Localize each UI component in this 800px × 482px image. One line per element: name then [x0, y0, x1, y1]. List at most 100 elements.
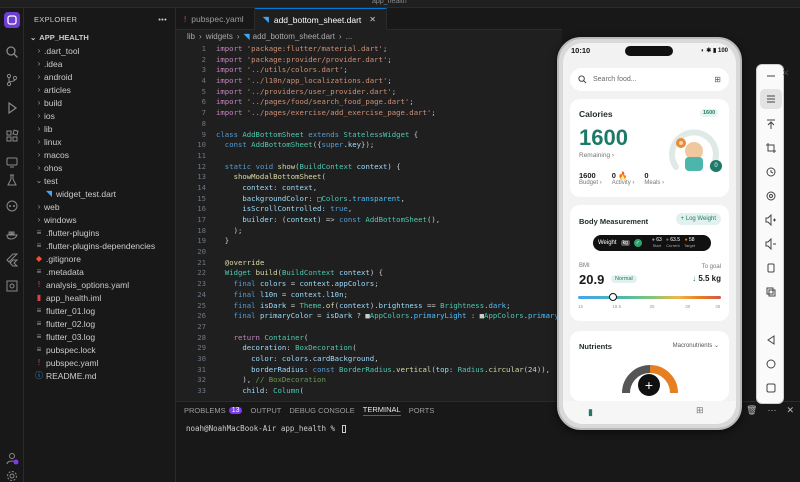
menu-icon[interactable] — [763, 92, 779, 106]
account-icon[interactable] — [4, 450, 20, 466]
volume-down-icon[interactable] — [763, 237, 779, 251]
tree-file[interactable]: ≡ .flutter-plugins-dependencies — [24, 239, 175, 252]
overview-icon[interactable] — [763, 381, 779, 395]
chevron-right-icon: › — [37, 163, 41, 172]
tree-folder[interactable]: › web — [24, 200, 175, 213]
settings-gear-icon[interactable] — [4, 468, 20, 482]
panel-tab-ports[interactable]: PORTS — [409, 406, 435, 415]
tree-file[interactable]: ≡ .metadata — [24, 265, 175, 278]
tree-file[interactable]: ⓘ README.md — [24, 369, 175, 382]
breadcrumb-item[interactable]: add_bottom_sheet.dart — [253, 32, 335, 41]
tree-file[interactable]: ! pubspec.yaml — [24, 356, 175, 369]
home-icon[interactable] — [763, 357, 779, 371]
tree-file[interactable]: ▮ app_health.iml — [24, 291, 175, 304]
back-icon[interactable] — [763, 333, 779, 347]
tab-pubspec-yaml[interactable]: ! pubspec.yaml — [176, 8, 255, 30]
stats-icon[interactable]: ▮ — [588, 407, 593, 418]
flutter-icon[interactable] — [4, 252, 20, 268]
explorer-root[interactable]: ⌄ APP_HEALTH — [24, 30, 175, 44]
line-number: 31 — [197, 364, 206, 374]
app-logo-icon[interactable] — [4, 12, 20, 28]
more-actions-icon[interactable]: ••• — [158, 15, 167, 24]
copilot-icon[interactable] — [4, 198, 20, 214]
extensions-icon[interactable] — [4, 128, 20, 144]
tree-file[interactable]: ≡ flutter_01.log — [24, 304, 175, 317]
tree-file[interactable]: ≡ flutter_03.log — [24, 330, 175, 343]
testing-icon[interactable] — [4, 172, 20, 188]
tree-folder[interactable]: › lib — [24, 122, 175, 135]
tree-file[interactable]: ◆ .gitignore — [24, 252, 175, 265]
log-weight-button[interactable]: + Log Weight — [675, 213, 721, 225]
run-debug-icon[interactable] — [4, 100, 20, 116]
tree-file[interactable]: ! analysis_options.yaml — [24, 278, 175, 291]
code-text: builder: (context) => const AddBottomShe… — [242, 215, 441, 224]
breadcrumb-item[interactable]: lib — [187, 32, 195, 41]
weight-entry: ● 58 Target — [684, 237, 696, 249]
search-placeholder: Search food... — [593, 76, 637, 83]
budget-stat: 1600 Budget › — [579, 171, 602, 186]
upload-icon[interactable] — [763, 117, 779, 131]
location-icon[interactable] — [763, 189, 779, 203]
remote-explorer-icon[interactable] — [4, 154, 20, 170]
tab-add-bottom-sheet-dart[interactable]: ◥ add_bottom_sheet.dart ✕ — [254, 8, 387, 30]
more-actions-icon[interactable]: ··· — [767, 405, 776, 416]
scan-icon[interactable]: ⊞ — [714, 75, 721, 84]
tree-folder[interactable]: › build — [24, 96, 175, 109]
minimize-icon[interactable] — [763, 69, 779, 83]
code-editor[interactable]: 1 import 'package:flutter/material.dart';… — [176, 43, 562, 401]
code-text: context: context, — [242, 182, 318, 192]
tree-file[interactable]: ≡ pubspec.lock — [24, 343, 175, 356]
docker-icon[interactable] — [4, 226, 20, 242]
phone-screen[interactable]: 10:10 ◐ ✱ ▮ 100 Search food... ⊞ Calorie… — [563, 43, 736, 424]
device-preview-icon[interactable] — [4, 278, 20, 294]
bottom-nav: ▮ ⊞ — [563, 401, 736, 424]
grid-icon[interactable]: ⊞ — [696, 405, 704, 416]
macronutrients-dropdown[interactable]: Macronutrients ⌄ — [673, 342, 719, 349]
weight-pill[interactable]: Weight kg ✓ ● 63 Start ● 63.5 Current ● 58 Ta… — [593, 235, 711, 251]
panel-tab-output[interactable]: OUTPUT — [250, 406, 281, 415]
tree-file[interactable]: ≡ flutter_02.log — [24, 317, 175, 330]
tab-label: add_bottom_sheet.dart — [273, 14, 362, 25]
tree-folder[interactable]: › linux — [24, 135, 175, 148]
weight-entry-label: Target — [684, 243, 696, 248]
close-panel-icon[interactable]: ✕ — [786, 405, 794, 416]
tree-file[interactable]: ≡ .flutter-plugins — [24, 226, 175, 239]
close-tab-icon[interactable]: ✕ — [369, 15, 376, 24]
tree-folder[interactable]: › .dart_tool — [24, 44, 175, 57]
panel-tab-problems[interactable]: PROBLEMS 13 — [184, 406, 243, 415]
search-icon[interactable] — [4, 44, 20, 60]
tree-folder[interactable]: › articles — [24, 83, 175, 96]
source-control-icon[interactable] — [4, 72, 20, 88]
line-number: 17 — [197, 215, 206, 224]
check-icon: ✓ — [633, 239, 642, 247]
tree-folder[interactable]: › android — [24, 70, 175, 83]
calories-card[interactable]: Calories 1600 Remaining › 1600 Budget › 0… — [570, 99, 729, 197]
trash-icon[interactable]: 🗑 — [746, 405, 757, 416]
panel-tab-debug-console[interactable]: DEBUG CONSOLE — [289, 406, 354, 415]
tree-file[interactable]: ◥ widget_test.dart — [24, 187, 175, 200]
code-line: 25 final isDark = Theme.of(context).brig… — [176, 301, 562, 312]
tree-folder[interactable]: › ios — [24, 109, 175, 122]
breadcrumb-item[interactable]: widgets — [206, 32, 233, 41]
line-number: 4 — [201, 76, 206, 86]
tree-folder[interactable]: › macos — [24, 148, 175, 161]
body-measurement-card[interactable]: Body Measurement + Log Weight Weight kg … — [570, 205, 729, 321]
screenshot-icon[interactable] — [763, 285, 779, 299]
code-text: import '../pages/food/search_food_page.d… — [216, 97, 414, 107]
tree-folder[interactable]: › .idea — [24, 57, 175, 70]
close-emulator-icon[interactable]: ✕ — [782, 68, 790, 79]
history-icon[interactable] — [763, 165, 779, 179]
crop-icon[interactable] — [763, 141, 779, 155]
battery-level: 100 — [717, 47, 728, 54]
rotate-icon[interactable] — [763, 261, 779, 275]
tree-folder[interactable]: › windows — [24, 213, 175, 226]
panel-tab-terminal[interactable]: TERMINAL — [362, 405, 401, 416]
breadcrumb-item[interactable]: ... — [346, 32, 353, 41]
tree-folder[interactable]: › ohos — [24, 161, 175, 174]
emulator-toolbar — [756, 64, 784, 404]
yaml-file-icon: ! — [184, 14, 187, 24]
volume-up-icon[interactable] — [763, 213, 779, 227]
add-fab-button[interactable]: + — [638, 374, 660, 396]
tree-folder[interactable]: ⌄ test — [24, 174, 175, 187]
food-search-bar[interactable]: Search food... ⊞ — [570, 68, 729, 91]
